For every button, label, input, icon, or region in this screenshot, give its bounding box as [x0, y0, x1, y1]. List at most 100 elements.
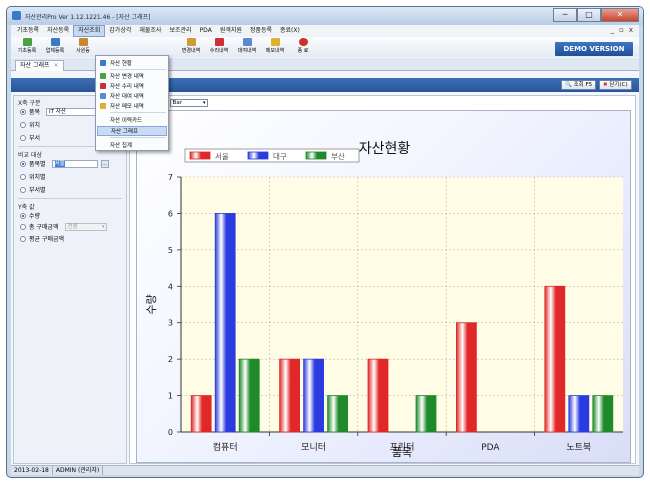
menu-item-asset-repair[interactable]: 자산 수리 내역 [97, 81, 167, 91]
x-axis-option-department[interactable]: 부서 [20, 133, 40, 142]
toolbar: 기초등록 업체등록 사원등 변경내역 수리내역 대여내역 메모내역 종 료 DE… [11, 37, 639, 57]
search-icon: 🔍 [565, 82, 572, 88]
mdi-close-button[interactable]: x [629, 26, 633, 34]
y-axis-label: 수량 [145, 294, 158, 314]
title-bar[interactable]: 자산관리Pro Ver 1.12.1221.46 - [자산 그래프] ─ □ … [7, 7, 643, 25]
radio-icon [20, 235, 26, 242]
x-axis-option-location[interactable]: 위치 [20, 120, 40, 129]
menu-item-asset-summary[interactable]: 자산 집계 [97, 140, 167, 150]
tab-asset-graph[interactable]: 자산 그래프 × [15, 60, 64, 71]
menu-item-asset-graph[interactable]: 자산 그래프 [97, 126, 167, 136]
menu-auxiliary[interactable]: 보조관리 [165, 25, 195, 37]
app-window: 자산관리Pro Ver 1.12.1221.46 - [자산 그래프] ─ □ … [6, 6, 644, 478]
compare-option-location[interactable]: 위치별 [20, 172, 46, 181]
y-axis-option-quantity[interactable]: 수량 [20, 211, 40, 220]
chart-type-select[interactable]: Bar [169, 98, 208, 107]
refresh-button[interactable]: 🔍 조회 F5 [561, 80, 597, 90]
tab-close-icon[interactable]: × [54, 61, 59, 71]
asset-rental-icon [100, 93, 106, 99]
y-tick-label: 4 [168, 282, 173, 291]
radio-icon [20, 134, 26, 141]
radio-icon [20, 223, 26, 230]
lookup-icon[interactable]: … [100, 159, 109, 168]
legend-swatch-2 [305, 151, 327, 160]
mdi-restore-button[interactable]: ▫ [619, 26, 624, 34]
bar-0-3 [455, 322, 477, 433]
menu-depreciation[interactable]: 감가상각 [105, 25, 135, 37]
status-bar: 2013-02-18 ADMIN (관리자) [11, 465, 639, 475]
menu-item-asset-memo[interactable]: 자산 메모 내역 [97, 101, 167, 111]
memo-history-icon [270, 38, 280, 46]
close-window-button[interactable]: ✕ [601, 8, 639, 22]
y-tick-label: 1 [168, 392, 173, 401]
y-axis-option-average-amount[interactable]: 평균 구매금액 [20, 234, 64, 243]
employee-icon [78, 38, 88, 46]
bar-2-4 [592, 395, 614, 433]
divider [18, 198, 122, 199]
status-user: ADMIN (관리자) [53, 466, 104, 475]
y-tick-label: 2 [168, 355, 173, 364]
compare-option-department[interactable]: 부서별 [20, 185, 46, 194]
toolbar-repair-history-button[interactable]: 수리내역 [205, 37, 233, 57]
compare-value-field[interactable]: 서울 [51, 159, 98, 168]
menu-asset-register[interactable]: 자산등록 [43, 25, 73, 37]
toolbar-vendor-register-button[interactable]: 업체등록 [41, 37, 69, 57]
radio-icon [20, 160, 26, 167]
chart-panel: 자산현황 서울 대구 부산 0 1 2 3 4 5 6 7 컴퓨터 모니터 프린터 PDA 노트북 품목 수량 [136, 110, 631, 463]
toolbar-rental-history-button[interactable]: 대여내역 [233, 37, 261, 57]
toolbar-employee-button[interactable]: 사원등 [69, 37, 97, 57]
menu-item-asset-history-card[interactable]: 자산 이력카드 [97, 115, 167, 125]
change-history-icon [186, 38, 196, 46]
menu-separator [110, 69, 166, 70]
x-tick-label: PDA [481, 443, 500, 453]
client-area: 기초등록 자산등록 자산조회 감가상각 재물조사 보조관리 PDA 원격지원 정… [11, 25, 639, 475]
menu-item-asset-change[interactable]: 자산 변경 내역 [97, 71, 167, 81]
radio-icon [20, 108, 26, 115]
menu-inventory-check[interactable]: 재물조사 [135, 25, 165, 37]
toolbar-exit-button[interactable]: 종 료 [289, 37, 317, 57]
toolbar-basic-register-button[interactable]: 기초등록 [13, 37, 41, 57]
unit-select[interactable]: 천원 [64, 222, 107, 231]
menu-item-asset-status[interactable]: 자산 현황 [97, 58, 167, 68]
menu-item-asset-rental[interactable]: 자산 대여 내역 [97, 91, 167, 101]
x-axis-option-item[interactable]: 품목 IT 자산 [20, 107, 102, 116]
close-button[interactable]: ✖ 닫기(C) [599, 80, 632, 90]
asset-status-icon [100, 60, 106, 66]
mdi-minimize-button[interactable]: _ [611, 26, 615, 34]
radio-icon [20, 173, 26, 180]
menu-license-register[interactable]: 정품등록 [246, 25, 276, 37]
toolbar-change-history-button[interactable]: 변경내역 [177, 37, 205, 57]
exit-icon [298, 38, 308, 46]
radio-icon [20, 212, 26, 219]
toolbar-memo-history-button[interactable]: 메모내역 [261, 37, 289, 57]
menu-pda[interactable]: PDA [196, 25, 216, 37]
window-title: 자산관리Pro Ver 1.12.1221.46 - [자산 그래프] [25, 14, 151, 21]
compare-option-item[interactable]: 품목별 서울 … [20, 159, 109, 168]
y-axis-option-total-amount[interactable]: 총 구매금액 천원 [20, 222, 107, 231]
demo-version-badge: DEMO VERSION [555, 42, 633, 56]
app-icon [12, 11, 21, 20]
repair-history-icon [214, 38, 224, 46]
asset-inquiry-dropdown: 자산 현황 자산 변경 내역 자산 수리 내역 자산 대여 내역 자산 메모 내… [95, 55, 169, 151]
menu-basic-register[interactable]: 기초등록 [13, 25, 43, 37]
bar-2-1 [327, 395, 349, 433]
basic-register-icon [22, 38, 32, 46]
minimize-button[interactable]: ─ [553, 8, 577, 22]
x-tick-label: 노트북 [566, 442, 591, 453]
menu-remote-support[interactable]: 원격지원 [216, 25, 246, 37]
item-field[interactable]: IT 자산 [46, 107, 102, 116]
y-tick-label: 7 [168, 173, 173, 182]
bar-1-4 [568, 395, 590, 433]
legend-label-1: 대구 [273, 152, 287, 161]
menu-exit[interactable]: 종료(X) [276, 25, 304, 37]
asset-memo-icon [100, 103, 106, 109]
menu-asset-inquiry[interactable]: 자산조회 [73, 25, 106, 37]
close-icon: ✖ [603, 82, 608, 88]
asset-repair-icon [100, 83, 106, 89]
y-tick-label: 6 [168, 209, 173, 218]
asset-change-icon [100, 73, 106, 79]
bar-2-0 [238, 358, 260, 433]
maximize-button[interactable]: □ [577, 8, 601, 22]
legend-swatch-0 [189, 151, 211, 160]
bar-0-0 [190, 395, 212, 433]
